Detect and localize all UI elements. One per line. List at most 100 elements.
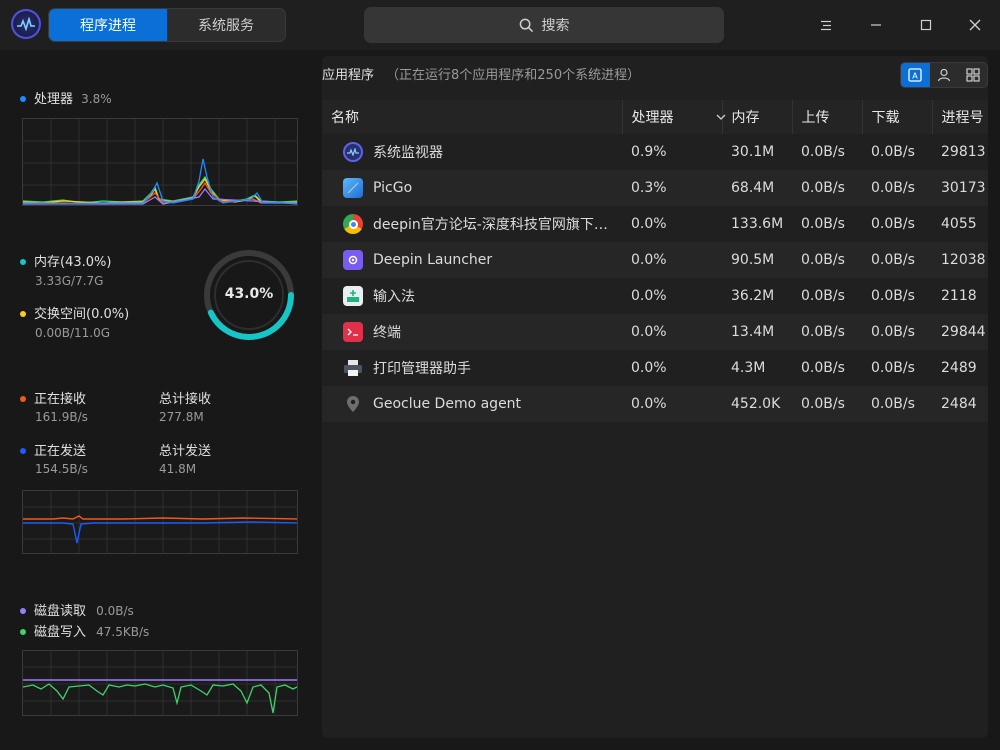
- disk-read-label: 磁盘读取 0.0B/s: [20, 600, 134, 619]
- search-icon: [519, 18, 533, 32]
- process-download: 0.0B/s: [862, 170, 932, 206]
- filter-all-button[interactable]: [958, 63, 987, 87]
- process-pid: 2484: [932, 386, 988, 422]
- filter-user-button[interactable]: [930, 63, 959, 87]
- col-memory[interactable]: 内存: [722, 100, 793, 134]
- cpu-value: 3.8%: [81, 92, 112, 106]
- col-pid[interactable]: 进程号: [932, 100, 988, 134]
- process-download: 0.0B/s: [871, 144, 915, 160]
- process-memory: 13.4M: [722, 314, 792, 350]
- picgo-icon: [343, 178, 363, 198]
- memory-dot: [20, 258, 26, 265]
- memory-value: 3.33G/7.7G: [35, 274, 104, 288]
- table-row[interactable]: Deepin Launcher 0.0% 90.5M 0.0B/s 0.0B/s…: [322, 242, 988, 278]
- table-row[interactable]: PicGo 0.3% 68.4M 0.0B/s 0.0B/s 30173: [322, 170, 988, 206]
- process-cpu: 0.0%: [631, 360, 667, 376]
- process-memory: 452.0K: [722, 386, 792, 422]
- col-cpu[interactable]: 处理器: [622, 100, 726, 134]
- process-cpu: 0.0%: [622, 386, 722, 422]
- process-upload: 0.0B/s: [801, 144, 845, 160]
- process-table: 名称 处理器 内存 上传 下载 进程号 系统监视器 0.9% 30.1M 0.0…: [322, 100, 988, 422]
- disk-read-dot: [20, 607, 26, 614]
- table-row[interactable]: 系统监视器 0.9% 30.1M 0.0B/s 0.0B/s 29813: [322, 134, 988, 170]
- maximize-button[interactable]: [911, 10, 941, 40]
- sort-descending-icon: [716, 114, 726, 120]
- net-send-label: 正在发送: [20, 440, 86, 459]
- close-button[interactable]: [960, 10, 990, 40]
- swap-label: 交换空间(0.0%): [20, 303, 129, 322]
- col-name[interactable]: 名称: [322, 100, 623, 134]
- process-memory: 133.6M: [731, 216, 784, 232]
- cpu-graph: [22, 118, 298, 206]
- launcher-icon: [343, 250, 363, 270]
- process-download: 0.0B/s: [862, 242, 932, 278]
- table-row[interactable]: 终端 0.0% 13.4M 0.0B/s 0.0B/s 29844: [322, 314, 988, 350]
- process-name: PicGo: [373, 180, 413, 196]
- process-name: deepin官方论坛-深度科技官网旗下…: [373, 217, 608, 233]
- minimize-button[interactable]: [861, 10, 891, 40]
- table-row[interactable]: 输入法 0.0% 36.2M 0.0B/s 0.0B/s 2118: [322, 278, 988, 314]
- panel-title: 应用程序: [322, 68, 375, 83]
- tab-services[interactable]: 系统服务: [167, 9, 285, 41]
- process-name: 系统监视器: [373, 145, 443, 161]
- process-cpu: 0.0%: [631, 216, 667, 232]
- process-download: 0.0B/s: [862, 386, 932, 422]
- system-monitor-logo-icon: [11, 9, 41, 39]
- cpu-label: 处理器 3.8%: [20, 88, 112, 107]
- process-name: Geoclue Demo agent: [373, 396, 522, 412]
- view-tabs: 程序进程 系统服务: [48, 8, 286, 42]
- maximize-icon: [920, 19, 932, 31]
- col-upload[interactable]: 上传: [792, 100, 863, 134]
- process-pid: 30173: [932, 170, 988, 206]
- title-bar: 程序进程 系统服务 搜索: [0, 0, 1000, 50]
- process-name: 终端: [373, 325, 401, 341]
- search-input[interactable]: 搜索: [364, 7, 724, 43]
- process-name: Deepin Launcher: [373, 252, 493, 268]
- process-pid: 2489: [941, 360, 977, 376]
- filter-apps-button[interactable]: A: [901, 63, 930, 87]
- memory-ring: 43.0%: [202, 248, 296, 342]
- table-row[interactable]: deepin官方论坛-深度科技官网旗下… 0.0% 133.6M 0.0B/s …: [322, 206, 988, 242]
- col-download[interactable]: 下载: [862, 100, 933, 134]
- user-icon: [937, 68, 951, 82]
- panel-subtitle: （正在运行8个应用程序和250个系统进程）: [386, 68, 641, 83]
- menu-icon: [821, 20, 831, 30]
- menu-button[interactable]: [811, 10, 841, 40]
- process-upload: 0.0B/s: [801, 288, 845, 304]
- process-memory: 30.1M: [731, 144, 775, 160]
- table-row[interactable]: Geoclue Demo agent 0.0% 452.0K 0.0B/s 0.…: [322, 386, 988, 422]
- disk-graph: [22, 650, 298, 716]
- process-pid: 29844: [932, 314, 988, 350]
- sidebar: 处理器 3.8% 内存(43.0%) 3.33G/7.7G 交换空间(0.0%)…: [0, 50, 312, 750]
- process-upload: 0.0B/s: [801, 216, 845, 232]
- process-download: 0.0B/s: [871, 216, 915, 232]
- table-row[interactable]: 打印管理器助手 0.0% 4.3M 0.0B/s 0.0B/s 2489: [322, 350, 988, 386]
- net-send-dot: [20, 447, 26, 454]
- net-recv-dot: [20, 395, 26, 402]
- process-cpu: 0.9%: [631, 144, 667, 160]
- panel-header: 应用程序 （正在运行8个应用程序和250个系统进程）: [322, 64, 640, 83]
- process-download: 0.0B/s: [871, 360, 915, 376]
- net-total-send-label: 总计发送: [159, 444, 212, 459]
- tab-processes[interactable]: 程序进程: [49, 9, 167, 41]
- process-upload: 0.0B/s: [792, 170, 862, 206]
- cpu-dot: [20, 95, 26, 102]
- minimize-icon: [871, 24, 881, 26]
- location-pin-icon: [343, 394, 363, 414]
- close-icon: [969, 19, 981, 31]
- process-download: 0.0B/s: [871, 288, 915, 304]
- input-method-icon: [343, 286, 363, 306]
- memory-ring-percent: 43.0%: [224, 286, 274, 302]
- process-memory: 36.2M: [731, 288, 775, 304]
- process-memory: 68.4M: [722, 170, 792, 206]
- net-send-value: 154.5B/s: [35, 462, 88, 476]
- process-cpu: 0.0%: [622, 242, 722, 278]
- net-total-recv-value: 277.8M: [159, 410, 204, 424]
- process-pid: 2118: [941, 288, 977, 304]
- process-upload: 0.0B/s: [792, 314, 862, 350]
- table-header: 名称 处理器 内存 上传 下载 进程号: [322, 100, 988, 134]
- process-cpu: 0.0%: [631, 288, 667, 304]
- net-recv-value: 161.9B/s: [35, 410, 88, 424]
- process-memory: 4.3M: [731, 360, 766, 376]
- process-upload: 0.0B/s: [792, 386, 862, 422]
